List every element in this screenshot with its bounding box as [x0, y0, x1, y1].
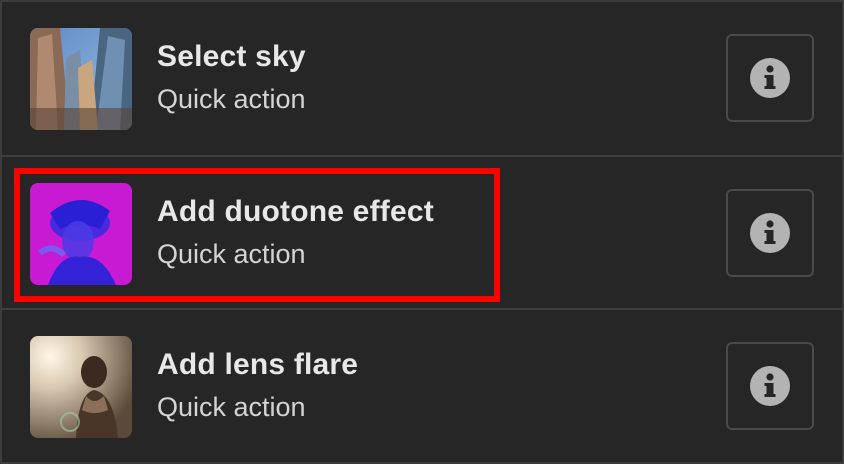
info-button[interactable]	[726, 189, 814, 277]
item-title: Add duotone effect	[157, 195, 434, 228]
city-skyscrapers-thumbnail	[30, 28, 132, 130]
info-button[interactable]	[726, 34, 814, 122]
item-title: Select sky	[157, 40, 306, 73]
list-item-add-lens-flare[interactable]: Add lens flare Quick action	[2, 308, 842, 458]
quick-actions-list: Select sky Quick action Add duotone effe…	[0, 0, 844, 464]
duotone-portrait-thumbnail	[30, 183, 132, 285]
item-title: Add lens flare	[157, 348, 359, 381]
item-subtitle: Quick action	[157, 239, 306, 269]
info-icon	[750, 213, 790, 253]
list-item-select-sky[interactable]: Select sky Quick action	[2, 2, 842, 152]
info-icon	[750, 366, 790, 406]
list-item-add-duotone-effect[interactable]: Add duotone effect Quick action	[2, 155, 842, 305]
item-subtitle: Quick action	[157, 392, 306, 422]
info-button[interactable]	[726, 342, 814, 430]
info-icon	[750, 58, 790, 98]
item-subtitle: Quick action	[157, 84, 306, 114]
lens-flare-portrait-thumbnail	[30, 336, 132, 438]
